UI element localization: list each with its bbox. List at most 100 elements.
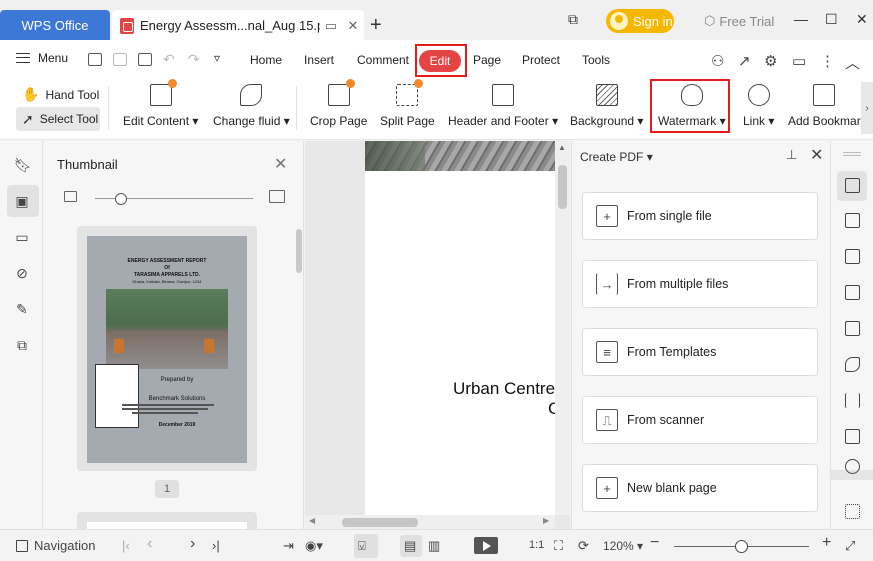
fullscreen-icon[interactable]: ⤢	[845, 538, 855, 554]
signature-icon[interactable]: ✎	[14, 301, 30, 317]
edit-pdf-icon[interactable]	[845, 213, 860, 228]
tab-home[interactable]: Home	[250, 53, 282, 67]
minimize-icon[interactable]: —	[794, 11, 808, 27]
ribbon-scroll-right-icon[interactable]: ›	[861, 82, 873, 134]
header-footer-button[interactable]: Header and Footer ▾	[448, 84, 558, 128]
link-button[interactable]: Link ▾	[743, 84, 774, 128]
close-icon[interactable]: ✕	[810, 145, 823, 165]
page-thumbnail-next[interactable]	[77, 512, 257, 529]
change-fluid-button[interactable]: Change fluid ▾	[213, 84, 290, 128]
hand-tool-button[interactable]: ✋ Hand Tool	[22, 86, 99, 103]
page-thumbnail[interactable]: ENERGY ASSESSMENT REPORT Of TARASIMA APP…	[77, 226, 257, 471]
maximize-icon[interactable]: ☐	[825, 11, 838, 28]
scroll-left-icon[interactable]: ◀	[309, 516, 315, 525]
document-viewer[interactable]: Urban Centre C ▲ ◀ ▶	[305, 141, 570, 529]
thumbnail-scrollbar[interactable]	[296, 229, 302, 273]
feedback-icon[interactable]: ▭	[792, 52, 806, 70]
tab-page[interactable]: Page	[473, 53, 501, 67]
add-bookmark-button[interactable]: Add Bookmar	[788, 84, 861, 128]
continuous-scroll-icon[interactable]: ⍌	[358, 538, 366, 554]
collapse-ribbon-icon[interactable]: ︿	[845, 52, 860, 73]
play-slideshow-icon[interactable]	[474, 537, 498, 554]
horizontal-scrollbar[interactable]: ◀ ▶	[305, 515, 555, 529]
last-page-icon[interactable]: ›|	[212, 538, 220, 553]
menu-button[interactable]: Menu	[16, 51, 68, 65]
thumbnail-icon[interactable]: ▣	[14, 193, 30, 209]
redo-icon[interactable]: ↷	[188, 51, 200, 68]
undo-icon[interactable]: ↶	[163, 51, 175, 68]
first-page-icon[interactable]: |‹	[122, 538, 130, 553]
fit-page-icon[interactable]: ⛶	[554, 538, 563, 554]
layers-icon[interactable]: ⧉	[14, 337, 30, 353]
review-icon[interactable]	[845, 285, 860, 300]
close-icon[interactable]: ✕	[274, 154, 287, 174]
sign-icon[interactable]	[845, 357, 860, 372]
window-switcher-icon[interactable]: ⧉	[568, 11, 578, 28]
ocr-icon[interactable]	[845, 321, 860, 336]
two-page-icon[interactable]: ▥	[428, 538, 440, 554]
bookmark-icon[interactable]: 🔖︎	[14, 157, 32, 173]
image-large-icon[interactable]	[269, 190, 285, 203]
thumbnail-size-slider[interactable]	[64, 190, 289, 207]
vertical-scrollbar[interactable]: ▲	[555, 141, 570, 515]
split-page-button[interactable]: Split Page	[380, 79, 435, 128]
from-templates-button[interactable]: ≡ From Templates	[582, 328, 818, 376]
scroll-right-icon[interactable]: ▶	[543, 516, 549, 525]
navigation-button[interactable]: Navigation	[16, 538, 95, 553]
close-window-icon[interactable]: ✕	[856, 11, 868, 28]
comment-icon[interactable]: ▭	[14, 229, 30, 245]
compress-icon[interactable]	[845, 459, 860, 474]
sign-in-button[interactable]: Sign in	[606, 9, 674, 33]
actual-size-icon[interactable]: 1:1	[529, 539, 544, 551]
single-page-icon[interactable]: ▤	[404, 538, 416, 554]
create-pdf-icon[interactable]	[845, 178, 860, 193]
pin-icon[interactable]: ⊥	[786, 147, 797, 163]
next-page-icon[interactable]: ›	[190, 535, 195, 553]
zoom-level-dropdown[interactable]: 120% ▾	[603, 539, 643, 553]
tab-comment[interactable]: Comment	[357, 53, 409, 67]
quick-access-dropdown-icon[interactable]: ▿	[214, 51, 220, 65]
compare-icon[interactable]	[845, 393, 860, 408]
rotate-icon[interactable]: ⟳	[578, 538, 589, 554]
zoom-in-icon[interactable]: +	[822, 534, 831, 552]
exit-icon[interactable]: ⇥	[283, 538, 294, 554]
free-trial-button[interactable]: ⬡ Free Trial	[704, 13, 774, 29]
document-tab[interactable]: Energy Assessm...nal_Aug 15.pdf ▭ ✕	[112, 10, 364, 41]
save-icon[interactable]	[113, 53, 127, 66]
slider-handle[interactable]	[115, 193, 127, 205]
share-icon[interactable]: ↗	[738, 52, 751, 70]
settings-icon[interactable]: ⚙	[764, 52, 777, 70]
eye-protection-icon[interactable]: ◉▾	[305, 538, 323, 554]
attachment-icon[interactable]: ⊘	[14, 265, 30, 281]
monitor-icon[interactable]: ▭	[320, 18, 342, 34]
edit-content-button[interactable]: Edit Content ▾	[123, 79, 198, 128]
scroll-up-icon[interactable]: ▲	[558, 143, 566, 152]
tab-protect[interactable]: Protect	[522, 53, 560, 67]
wps-office-tab[interactable]: WPS Office	[0, 10, 110, 41]
horizontal-scroll-thumb[interactable]	[342, 518, 418, 527]
tab-insert[interactable]: Insert	[304, 53, 334, 67]
from-scanner-button[interactable]: ⎍ From scanner	[582, 396, 818, 444]
image-small-icon[interactable]	[64, 191, 77, 202]
from-multiple-files-button[interactable]: → From multiple files	[582, 260, 818, 308]
more-icon[interactable]: ⋮	[820, 52, 835, 70]
tab-tools[interactable]: Tools	[582, 53, 610, 67]
create-pdf-dropdown[interactable]: Create PDF ▾	[580, 150, 653, 164]
from-single-file-button[interactable]: + From single file	[582, 192, 818, 240]
new-blank-page-button[interactable]: + New blank page	[582, 464, 818, 512]
open-folder-icon[interactable]	[88, 53, 102, 66]
crop-page-button[interactable]: Crop Page	[310, 79, 367, 128]
zoom-slider-handle[interactable]	[735, 540, 748, 553]
export-pdf-icon[interactable]	[845, 249, 860, 264]
vertical-scroll-thumb[interactable]	[558, 165, 567, 209]
background-button[interactable]: Background ▾	[570, 84, 643, 128]
print-icon[interactable]	[138, 53, 152, 66]
zoom-out-icon[interactable]: −	[650, 534, 659, 552]
select-tool-button[interactable]: ➚ Select Tool	[16, 107, 100, 131]
apps-grid-icon[interactable]	[845, 504, 860, 519]
prev-page-icon[interactable]: ‹	[147, 535, 152, 553]
share-user-icon[interactable]: ⚇	[711, 52, 724, 70]
print-icon[interactable]	[845, 429, 860, 444]
close-tab-icon[interactable]: ✕	[342, 18, 364, 34]
new-tab-button[interactable]: +	[370, 14, 382, 37]
